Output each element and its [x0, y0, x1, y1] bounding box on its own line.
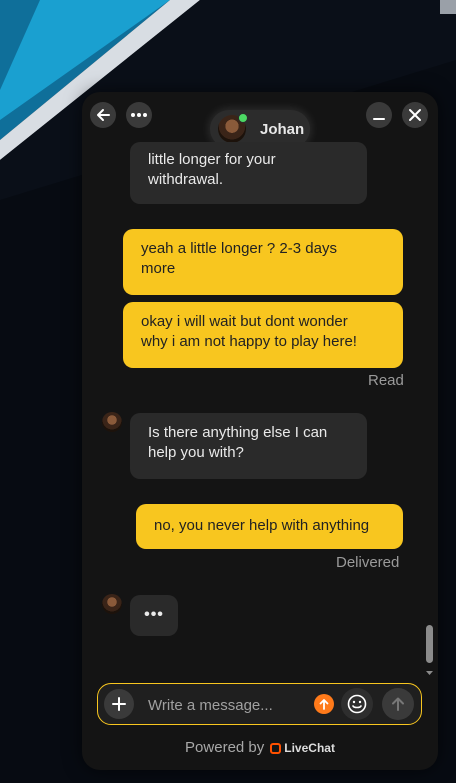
powered-by-footer: Powered by LiveChat: [82, 739, 438, 756]
message-bubble-user: okay i will wait but dont wonder why i a…: [123, 302, 403, 368]
message-line: no, you never help with anything: [154, 517, 370, 534]
agent-name: Johan: [260, 120, 305, 138]
message-line: okay i will wait but dont wonder: [141, 313, 348, 330]
online-indicator: [238, 113, 248, 123]
arrow-up-icon: [319, 699, 329, 710]
minimize-button[interactable]: [366, 102, 392, 128]
message-composer: [97, 683, 422, 725]
chat-widget: Johan little longer for your withdrawal.…: [82, 92, 438, 770]
scroll-down-arrow-icon[interactable]: [425, 669, 434, 677]
arrow-left-icon: [97, 109, 110, 121]
message-bubble-user: no, you never help with anything: [136, 504, 403, 549]
message-input[interactable]: [146, 694, 300, 716]
scrollbar-thumb[interactable]: [426, 625, 433, 663]
agent-avatar: [102, 594, 122, 614]
powered-by-text: Powered by: [185, 739, 265, 756]
message-line: more: [141, 260, 176, 277]
emoji-button[interactable]: [341, 688, 373, 720]
message-line: help you with?: [148, 444, 244, 461]
more-horizontal-icon: [131, 113, 147, 117]
message-line: why i am not happy to play here!: [141, 333, 357, 350]
add-attachment-button[interactable]: [104, 689, 134, 719]
send-button[interactable]: [382, 688, 414, 720]
minimize-icon: [373, 118, 385, 120]
read-status: Read: [368, 372, 404, 389]
message-line: little longer for your: [148, 151, 276, 168]
message-line: Is there anything else I can: [148, 424, 328, 441]
message-line: withdrawal.: [148, 171, 224, 188]
back-button[interactable]: [90, 102, 116, 128]
close-icon: [409, 109, 421, 121]
livechat-logo-icon: [270, 743, 282, 754]
agent-avatar: [218, 113, 248, 143]
message-line: yeah a little longer ? 2-3 days: [141, 240, 337, 257]
more-options-button[interactable]: [126, 102, 152, 128]
send-arrow-up-icon: [392, 697, 404, 711]
message-list-scrollbar[interactable]: [425, 147, 434, 681]
plus-icon: [112, 697, 126, 711]
message-bubble-agent: little longer for your withdrawal.: [130, 142, 367, 204]
delivered-status: Delivered: [336, 554, 400, 571]
agent-avatar: [102, 412, 122, 432]
upload-button[interactable]: [314, 694, 334, 714]
typing-indicator: •••: [130, 595, 178, 636]
message-bubble-user: yeah a little longer ? 2-3 days more: [123, 229, 403, 295]
smiley-icon: [347, 694, 367, 714]
close-button[interactable]: [402, 102, 428, 128]
message-bubble-agent: Is there anything else I can help you wi…: [130, 413, 367, 479]
livechat-brand[interactable]: LiveChat: [284, 741, 335, 755]
